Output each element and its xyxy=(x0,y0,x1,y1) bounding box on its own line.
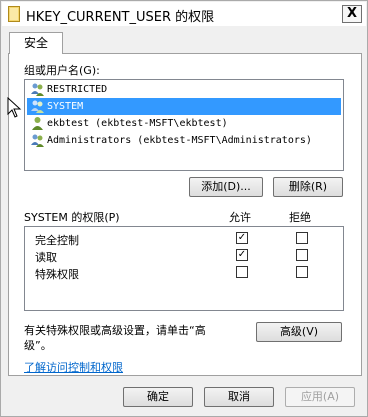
permission-label: 特殊权限 xyxy=(35,268,79,281)
users-group-icon xyxy=(31,83,44,96)
help-link[interactable]: 了解访问控制和权限 xyxy=(24,359,123,375)
group-user-list[interactable]: RESTRICTED SYSTEM ekbtest (ekbtest-MSFT\… xyxy=(24,79,344,171)
deny-read-checkbox[interactable] xyxy=(296,249,308,261)
document-icon xyxy=(8,6,20,22)
list-item-system[interactable]: SYSTEM xyxy=(27,98,341,115)
list-item-label: Administrators (ekbtest-MSFT\Administrat… xyxy=(47,135,312,146)
allow-full-control-checkbox[interactable]: ✓ xyxy=(236,232,248,244)
users-group-icon xyxy=(31,100,44,113)
window-title: HKEY_CURRENT_USER 的权限 xyxy=(26,10,215,25)
cancel-button[interactable]: 取消 xyxy=(204,387,274,407)
allow-header: 允许 xyxy=(229,211,251,224)
advanced-text-line1: 有关特殊权限或高级设置，请单击“高 xyxy=(24,324,206,337)
permissions-title: SYSTEM 的权限(P) xyxy=(24,211,120,224)
remove-button[interactable]: 删除(R) xyxy=(273,177,343,197)
user-icon xyxy=(32,117,43,130)
users-group-icon xyxy=(31,134,44,147)
add-button[interactable]: 添加(D)... xyxy=(189,177,263,197)
groups-label: 组或用户名(G): xyxy=(24,64,100,77)
permissions-list: 完全控制 ✓ 读取 ✓ 特殊权限 xyxy=(24,226,344,311)
allow-read-checkbox[interactable]: ✓ xyxy=(236,249,248,261)
deny-header: 拒绝 xyxy=(289,211,311,224)
allow-special-checkbox[interactable] xyxy=(236,266,248,278)
permission-label: 读取 xyxy=(35,251,57,264)
tab-security[interactable]: 安全 xyxy=(9,32,63,54)
list-item-label: RESTRICTED xyxy=(47,84,108,95)
list-item-label: SYSTEM xyxy=(47,101,84,112)
permission-label: 完全控制 xyxy=(35,234,79,247)
advanced-text-line2: 级”。 xyxy=(24,339,52,352)
close-button[interactable]: X xyxy=(342,5,362,23)
apply-button[interactable]: 应用(A) xyxy=(285,387,355,407)
advanced-button[interactable]: 高级(V) xyxy=(256,322,342,342)
permissions-dialog: HKEY_CURRENT_USER 的权限 X 安全 组或用户名(G): RES… xyxy=(0,0,368,417)
list-item-ekbtest[interactable]: ekbtest (ekbtest-MSFT\ekbtest) xyxy=(27,115,341,132)
deny-full-control-checkbox[interactable] xyxy=(296,232,308,244)
list-item-label: ekbtest (ekbtest-MSFT\ekbtest) xyxy=(47,118,228,129)
mouse-cursor-icon xyxy=(7,97,22,118)
deny-special-checkbox[interactable] xyxy=(296,266,308,278)
ok-button[interactable]: 确定 xyxy=(123,387,193,407)
list-item-administrators[interactable]: Administrators (ekbtest-MSFT\Administrat… xyxy=(27,132,341,149)
title-bar[interactable]: HKEY_CURRENT_USER 的权限 X xyxy=(2,2,366,26)
list-item-restricted[interactable]: RESTRICTED xyxy=(27,81,341,98)
